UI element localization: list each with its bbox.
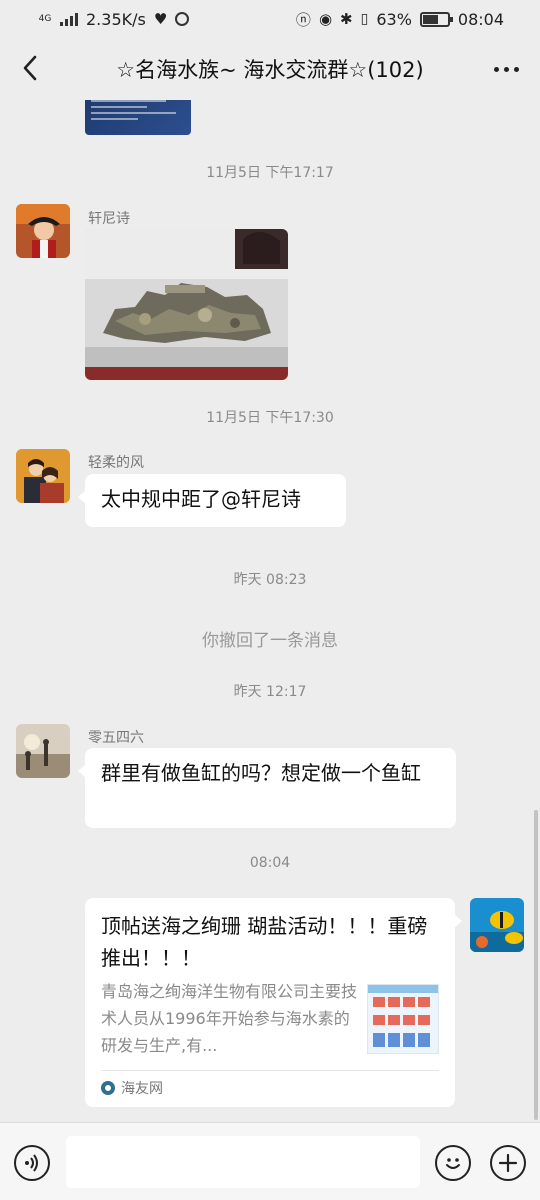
message-bubble[interactable]: 太中规中距了@轩尼诗 (78, 474, 346, 527)
heart-icon: ♥ (153, 10, 168, 28)
scrollbar[interactable] (534, 810, 538, 1120)
battery-percent: 63% (376, 9, 412, 29)
plus-icon[interactable] (490, 1145, 526, 1181)
link-card[interactable]: 顶帖送海之绚珊 瑚盐活动！！！重磅推出！！！ 青岛海之绚海洋生物有限公司主要技术… (85, 898, 462, 1107)
image-message[interactable] (85, 229, 288, 380)
avatar[interactable] (16, 724, 70, 778)
sender-name: 轩尼诗 (88, 211, 130, 227)
message-bubble[interactable]: 群里有做鱼缸的吗？想定做一个鱼缸 (78, 748, 456, 828)
signal-icon (60, 12, 78, 26)
circle-icon (175, 12, 190, 26)
nfc-icon: ⓝ (295, 10, 311, 29)
link-card-thumbnail (367, 984, 439, 1054)
message-input[interactable] (66, 1136, 420, 1188)
recall-notice: 你撤回了一条消息 (202, 631, 338, 651)
emoji-icon[interactable] (435, 1145, 471, 1181)
avatar[interactable] (16, 204, 70, 258)
link-card-source-name: 海友网 (121, 1081, 163, 1097)
back-arrow-icon[interactable] (12, 50, 48, 86)
message-list[interactable]: 11月5日 下午17:17 轩尼诗 11月5日 下午17:30 轻柔的风 太中规… (0, 100, 540, 1122)
message-timestamp: 昨天 08:23 (233, 572, 307, 588)
message-timestamp: 08:04 (249, 855, 291, 871)
previous-image-message[interactable] (85, 100, 191, 135)
chat-header: ☆名海水族~ 海水交流群☆(102) (0, 38, 540, 100)
network-type-label: 4G (38, 13, 52, 24)
source-logo-icon (101, 1081, 115, 1095)
status-bar: 4G 2.35K/s ♥ ⓝ ◉ ✱ ▯ 63% 08:04 (0, 0, 540, 38)
link-card-title: 顶帖送海之绚珊 瑚盐活动！！！重磅推出！！！ (101, 914, 428, 970)
network-speed: 2.35K/s (86, 9, 146, 29)
message-timestamp: 11月5日 下午17:17 (206, 165, 334, 181)
more-dots-icon[interactable] (488, 52, 524, 86)
vibrate-icon: ▯ (360, 11, 369, 27)
link-card-source: 海友网 (101, 1078, 163, 1098)
clock: 08:04 (457, 9, 504, 29)
message-timestamp: 11月5日 下午17:30 (206, 410, 334, 426)
message-timestamp: 昨天 12:17 (233, 684, 307, 700)
chat-title: ☆名海水族~ 海水交流群☆(102) (116, 58, 424, 82)
link-card-divider (101, 1070, 439, 1071)
sender-name: 轻柔的风 (88, 455, 144, 471)
input-bar (0, 1122, 540, 1200)
eye-icon: ◉ (318, 10, 333, 28)
avatar[interactable] (16, 449, 70, 503)
voice-icon[interactable] (14, 1145, 50, 1181)
my-avatar[interactable] (470, 898, 524, 952)
link-card-description: 青岛海之绚海洋生物有限公司主要技术人员从1996年开始参与海水素的研发与生产,有… (101, 982, 358, 1055)
sender-name: 零五四六 (88, 730, 144, 746)
bluetooth-icon: ✱ (340, 10, 353, 28)
battery-icon (419, 11, 453, 27)
